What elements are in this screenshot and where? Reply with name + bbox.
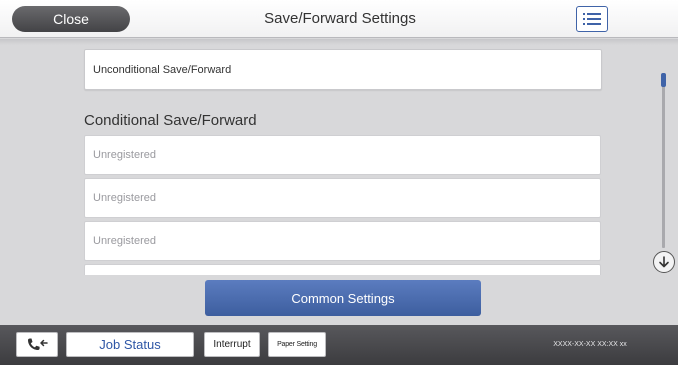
conditional-list: Unregistered Unregistered Unregistered: [84, 135, 603, 275]
list-item-label: Unregistered: [93, 192, 156, 204]
status-bar: Job Status Interrupt Paper Setting XXXX-…: [0, 325, 678, 365]
panel-shade: [0, 39, 678, 45]
conditional-item-1[interactable]: Unregistered: [84, 135, 601, 175]
unconditional-save-forward-button[interactable]: Unconditional Save/Forward: [84, 49, 602, 90]
menu-button[interactable]: [576, 6, 608, 32]
conditional-item-2[interactable]: Unregistered: [84, 178, 601, 218]
settings-panel: Unconditional Save/Forward Conditional S…: [0, 39, 678, 323]
list-item-label: Unregistered: [93, 235, 156, 247]
common-settings-button[interactable]: Common Settings: [205, 280, 481, 316]
interrupt-button[interactable]: Interrupt: [204, 332, 260, 357]
datetime-display: XXXX-XX-XX XX:XX xx: [553, 341, 627, 348]
scrollbar-thumb[interactable]: [661, 73, 666, 87]
job-status-label: Job Status: [99, 337, 161, 352]
close-button[interactable]: Close: [12, 6, 130, 32]
paper-setting-button[interactable]: Paper Setting: [268, 332, 326, 357]
conditional-item-4[interactable]: [84, 264, 601, 275]
unconditional-save-forward-label: Unconditional Save/Forward: [93, 63, 232, 76]
job-status-button[interactable]: Job Status: [66, 332, 194, 357]
list-item-label: Unregistered: [93, 149, 156, 161]
common-settings-label: Common Settings: [291, 290, 395, 306]
scrollbar-track[interactable]: [662, 73, 665, 248]
fax-button[interactable]: [16, 332, 58, 357]
list-icon: [583, 13, 601, 25]
interrupt-label: Interrupt: [213, 339, 251, 350]
fax-phone-icon: [28, 338, 48, 350]
header-bar: Close Save/Forward Settings: [0, 0, 678, 38]
conditional-item-3[interactable]: Unregistered: [84, 221, 601, 261]
scroll-down-button[interactable]: [653, 251, 675, 273]
paper-setting-label: Paper Setting: [277, 341, 317, 348]
conditional-section-heading: Conditional Save/Forward: [84, 112, 257, 129]
page-title: Save/Forward Settings: [264, 10, 416, 27]
arrow-down-circle-icon: [659, 256, 669, 268]
